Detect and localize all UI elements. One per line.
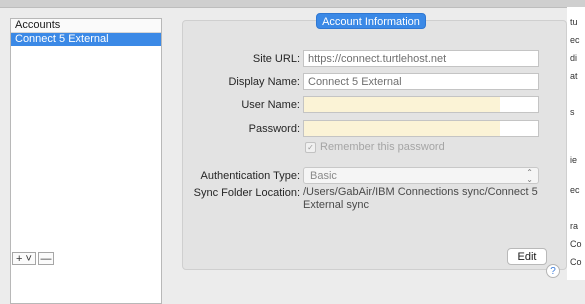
authentication-type-value: Basic: [310, 170, 337, 182]
remember-password-row[interactable]: ✓ Remember this password: [305, 141, 445, 153]
remember-password-checkbox[interactable]: ✓: [305, 141, 316, 153]
fragment-text: ec: [570, 35, 580, 45]
user-name-label: User Name:: [241, 99, 300, 111]
background-window-fragment: tu ec di at s ie ec ra Co Co: [567, 7, 585, 280]
remember-password-label: Remember this password: [320, 141, 445, 153]
fragment-text: Co: [570, 257, 582, 267]
authentication-type-label: Authentication Type:: [200, 170, 300, 182]
authentication-type-select[interactable]: Basic ⌃ ⌄: [303, 167, 539, 184]
chevron-updown-icon: ⌃ ⌄: [526, 168, 533, 184]
account-buttons: + ˅ —: [12, 252, 54, 265]
password-autofill-highlight: [304, 121, 500, 136]
site-url-label: Site URL:: [252, 53, 300, 65]
fragment-text: ec: [570, 185, 580, 195]
sync-folder-label: Sync Folder Location:: [193, 187, 300, 199]
window-top-strip: [0, 0, 585, 8]
user-name-autofill-highlight: [304, 97, 500, 112]
user-name-field[interactable]: [303, 96, 539, 113]
remove-account-button[interactable]: —: [38, 252, 54, 265]
password-field[interactable]: [303, 120, 539, 137]
fragment-text: at: [570, 71, 578, 81]
fragment-text: Co: [570, 239, 582, 249]
fragment-text: ra: [570, 221, 579, 231]
sync-folder-path: /Users/GabAir/IBM Connections sync/Conne…: [303, 186, 538, 211]
add-account-button[interactable]: + ˅: [12, 252, 36, 265]
account-item-connect-5-external[interactable]: Connect 5 External: [11, 33, 161, 46]
fragment-text: di: [570, 53, 578, 63]
accounts-list-header: Accounts: [11, 19, 161, 33]
tab-account-information[interactable]: Account Information: [316, 13, 426, 29]
help-icon[interactable]: ?: [546, 264, 560, 278]
site-url-field[interactable]: https://connect.turtlehost.net: [303, 50, 539, 67]
fragment-text: s: [570, 107, 575, 117]
fragment-text: ie: [570, 155, 578, 165]
fragment-text: tu: [570, 17, 578, 27]
display-name-field[interactable]: Connect 5 External: [303, 73, 539, 90]
display-name-label: Display Name:: [228, 76, 300, 88]
password-label: Password:: [248, 123, 300, 135]
edit-button[interactable]: Edit: [507, 248, 547, 265]
